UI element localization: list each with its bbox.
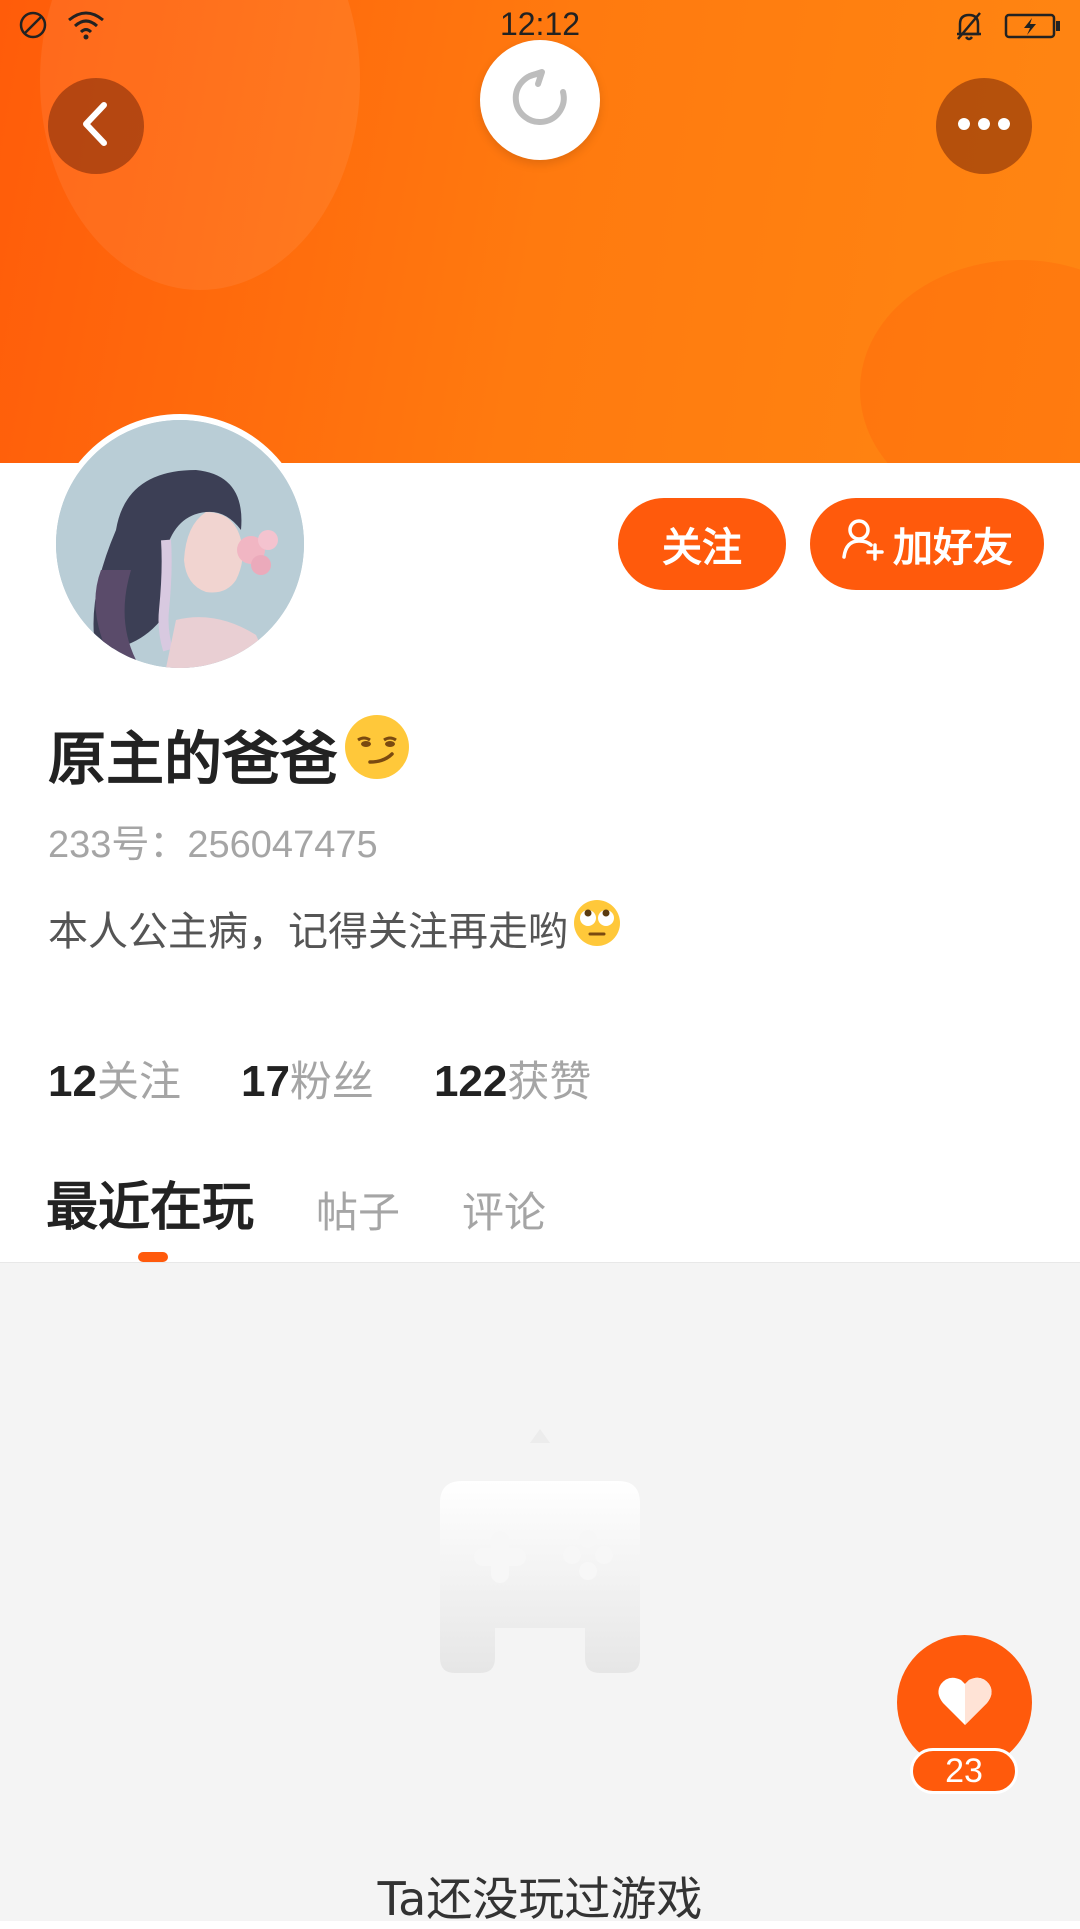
profile-bio: 本人公主病，记得关注再走哟	[48, 898, 622, 958]
eye-roll-emoji-icon	[568, 898, 622, 958]
add-friend-button[interactable]: 加好友	[810, 498, 1044, 590]
avatar-image	[56, 420, 304, 668]
refresh-button[interactable]	[480, 40, 600, 160]
back-button[interactable]	[48, 78, 144, 174]
heart-icon	[935, 1673, 995, 1733]
profile-tabs: 最近在玩 帖子 评论	[46, 1160, 546, 1240]
stat-label: 粉丝	[289, 1057, 374, 1106]
avatar[interactable]	[50, 414, 310, 674]
active-tab-indicator	[138, 1252, 168, 1262]
chevron-left-icon	[76, 99, 116, 153]
stat-label: 关注	[96, 1057, 181, 1106]
add-user-icon	[841, 517, 885, 571]
stat-likes[interactable]: 122 获赞	[434, 1048, 591, 1109]
tab-recently-played[interactable]: 最近在玩	[46, 1165, 254, 1240]
stat-value: 12	[48, 1057, 97, 1106]
stat-following[interactable]: 12 关注	[48, 1048, 181, 1109]
gamepad-icon	[380, 1423, 700, 1673]
profile-name-text: 原主的爸爸	[48, 725, 339, 793]
more-button[interactable]	[936, 78, 1032, 174]
more-dots-icon	[954, 116, 1014, 136]
follow-button[interactable]: 关注	[618, 498, 786, 590]
banner-decoration	[860, 260, 1080, 463]
add-friend-label: 加好友	[893, 525, 1013, 571]
like-count-badge: 23	[910, 1748, 1018, 1794]
bell-muted-icon	[954, 10, 984, 46]
tab-posts[interactable]: 帖子	[316, 1179, 400, 1240]
profile-bio-text: 本人公主病，记得关注再走哟	[48, 909, 568, 955]
tab-comments[interactable]: 评论	[462, 1179, 546, 1240]
tab-content: Ta还没玩过游戏	[0, 1262, 1080, 1926]
stat-value: 17	[240, 1057, 290, 1106]
stat-label: 获赞	[507, 1057, 592, 1106]
status-time: 12:12	[499, 6, 581, 42]
follow-label: 关注	[662, 525, 742, 571]
empty-state-text: Ta还没玩过游戏	[377, 1872, 703, 1926]
smirk-emoji-icon	[338, 712, 412, 796]
stat-value: 122	[433, 1057, 508, 1106]
refresh-icon	[508, 66, 572, 134]
profile-name: 原主的爸爸	[48, 712, 412, 796]
stat-followers[interactable]: 17 粉丝	[241, 1048, 374, 1109]
profile-stats: 12 关注 17 粉丝 122 获赞	[48, 1048, 591, 1109]
user-id: 233号：256047475	[48, 824, 378, 866]
battery-charging-icon	[1004, 12, 1062, 44]
